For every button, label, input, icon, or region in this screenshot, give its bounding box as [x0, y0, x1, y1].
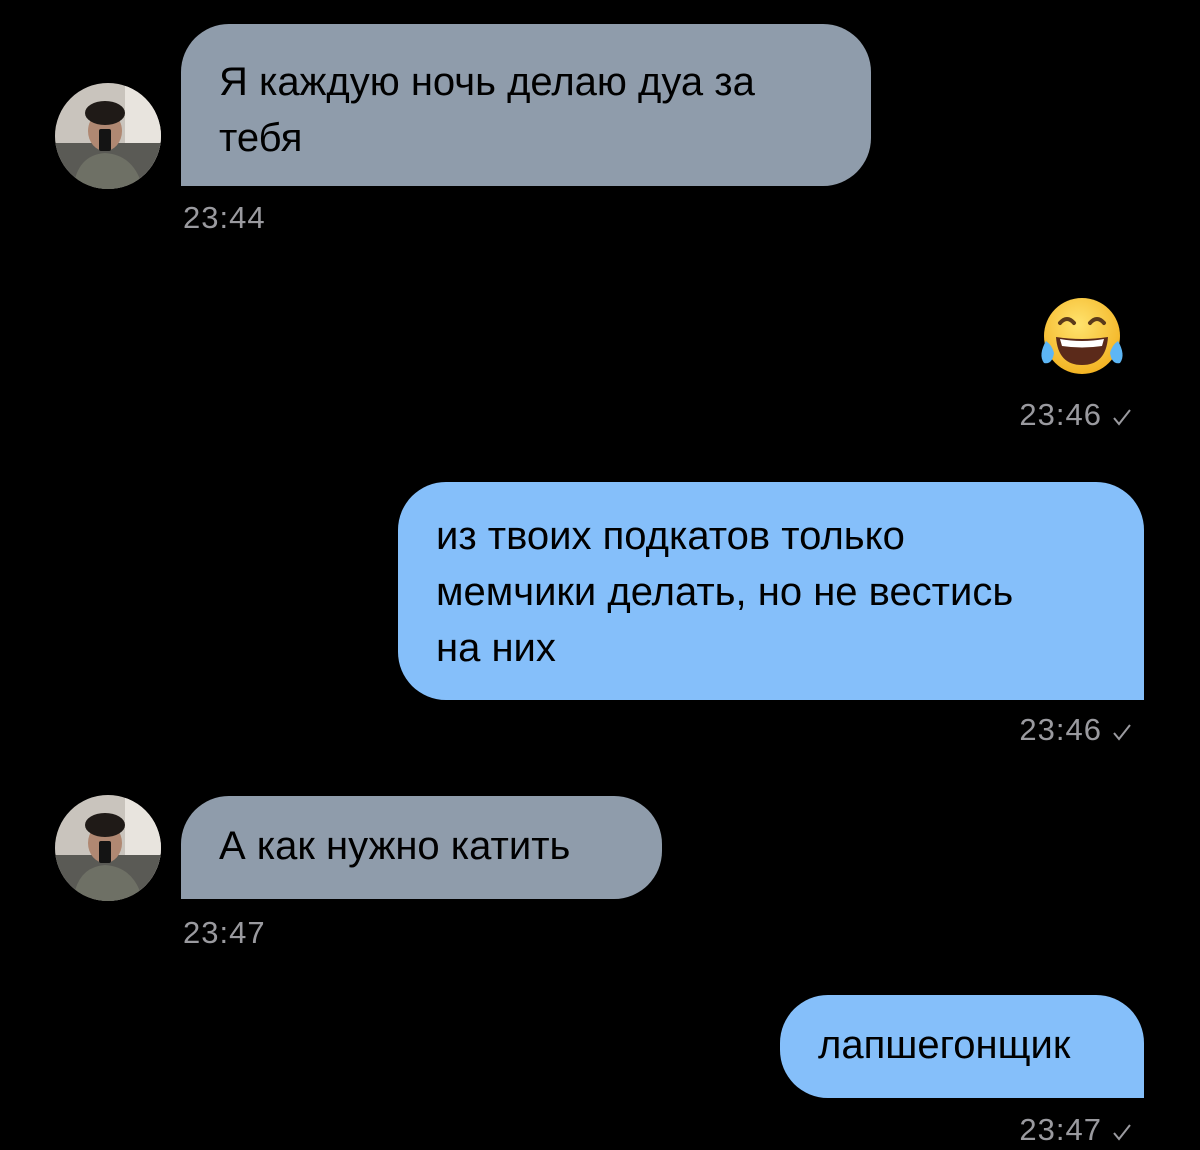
- contact-avatar[interactable]: [55, 83, 161, 189]
- sent-check-icon: [1112, 1114, 1132, 1150]
- incoming-message-bubble[interactable]: А как нужно катить: [181, 796, 662, 899]
- timestamp-text: 23:47: [1019, 1112, 1102, 1147]
- contact-avatar[interactable]: [55, 795, 161, 901]
- message-timestamp: 23:46: [1019, 397, 1132, 435]
- timestamp-text: 23:46: [1019, 397, 1102, 432]
- outgoing-message-bubble[interactable]: из твоих подкатов только мемчики делать,…: [398, 482, 1144, 700]
- message-timestamp: 23:46: [1019, 712, 1132, 750]
- sent-check-icon: [1112, 714, 1132, 750]
- timestamp-text: 23:46: [1019, 712, 1102, 747]
- face-with-tears-of-joy-icon[interactable]: [1036, 293, 1128, 388]
- sent-check-icon: [1112, 399, 1132, 435]
- message-timestamp: 23:47: [183, 915, 266, 950]
- message-timestamp: 23:44: [183, 200, 266, 235]
- outgoing-message-bubble[interactable]: лапшегонщик: [780, 995, 1144, 1098]
- message-timestamp: 23:47: [1019, 1112, 1132, 1150]
- incoming-message-bubble[interactable]: Я каждую ночь делаю дуа за тебя: [181, 24, 871, 186]
